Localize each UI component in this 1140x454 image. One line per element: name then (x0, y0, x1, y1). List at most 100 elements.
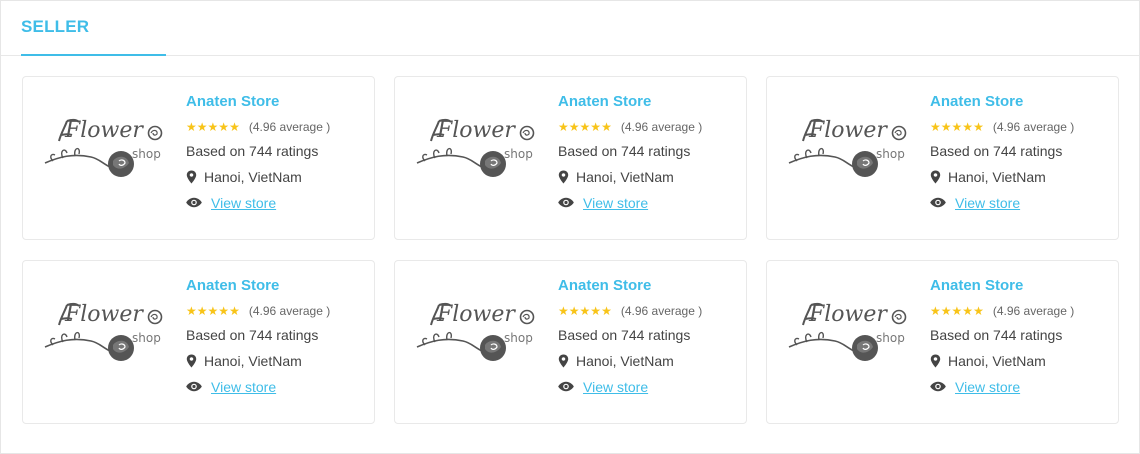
star-icon: ★ (930, 120, 941, 134)
flower-shop-logo[interactable]: Flower shop (411, 113, 541, 183)
panel-header: SELLER (1, 1, 1139, 56)
star-rating: ★ ★ ★ ★ ★ (930, 121, 984, 133)
eye-icon (186, 197, 202, 208)
flower-shop-logo[interactable]: Flower shop (411, 297, 541, 367)
star-icon: ★ (568, 304, 580, 318)
map-pin-icon (186, 170, 197, 184)
seller-grid: Flower shop Anaten Store ★ ★ ★ ★ ★ (4.96 ave… (22, 76, 1120, 424)
logo-sub-text: shop (876, 147, 905, 161)
flower-shop-logo[interactable]: Flower shop (39, 297, 169, 367)
eye-icon (930, 197, 946, 208)
store-name-link[interactable]: Anaten Store (558, 93, 743, 111)
location-row: Hanoi, VietNam (558, 169, 743, 185)
star-icon: ★ (196, 120, 208, 134)
ratings-count: Based on 744 ratings (558, 327, 691, 343)
location-row: Hanoi, VietNam (186, 353, 371, 369)
view-store-link[interactable]: View store (583, 379, 648, 395)
star-icon: ★ (601, 120, 612, 134)
rating-row: ★ ★ ★ ★ ★ (4.96 average ) (186, 120, 371, 134)
star-icon: ★ (207, 120, 219, 134)
view-row: View store (930, 194, 1115, 211)
eye-icon (558, 381, 574, 392)
star-icon: ★ (601, 304, 612, 318)
star-rating: ★ ★ ★ ★ ★ (930, 305, 984, 317)
store-location: Hanoi, VietNam (204, 169, 302, 185)
rating-row: ★ ★ ★ ★ ★ (4.96 average ) (930, 304, 1115, 318)
star-icon: ★ (579, 120, 591, 134)
logo-sub-text: shop (132, 331, 161, 345)
title-underline (21, 54, 166, 56)
view-store-link[interactable]: View store (211, 379, 276, 395)
star-icon: ★ (218, 304, 230, 318)
star-rating: ★ ★ ★ ★ ★ (186, 121, 240, 133)
view-row: View store (930, 378, 1115, 395)
seller-card: Flower shop Anaten Store ★ ★ ★ ★ ★ (4.96 ave… (22, 76, 375, 240)
star-icon: ★ (940, 304, 952, 318)
map-pin-icon (558, 170, 569, 184)
star-icon: ★ (930, 304, 941, 318)
view-row: View store (186, 194, 371, 211)
star-icon: ★ (940, 120, 952, 134)
star-icon: ★ (973, 304, 984, 318)
star-icon: ★ (962, 304, 974, 318)
view-store-link[interactable]: View store (211, 195, 276, 211)
store-name-link[interactable]: Anaten Store (558, 277, 743, 295)
view-row: View store (558, 194, 743, 211)
map-pin-icon (558, 354, 569, 368)
view-row: View store (186, 378, 371, 395)
rating-row: ★ ★ ★ ★ ★ (4.96 average ) (558, 304, 743, 318)
star-icon: ★ (568, 120, 580, 134)
map-pin-icon (930, 170, 941, 184)
flower-shop-logo[interactable]: Flower shop (39, 113, 169, 183)
star-icon: ★ (186, 120, 197, 134)
map-pin-icon (930, 354, 941, 368)
logo-text: Flower (436, 302, 516, 327)
location-row: Hanoi, VietNam (930, 169, 1115, 185)
ratings-count: Based on 744 ratings (930, 327, 1063, 343)
logo-text: Flower (808, 302, 888, 327)
flower-shop-logo[interactable]: Flower shop (783, 113, 913, 183)
star-icon: ★ (229, 304, 240, 318)
logo-text: Flower (808, 118, 888, 143)
ratings-count: Based on 744 ratings (186, 327, 319, 343)
logo-sub-text: shop (504, 331, 533, 345)
star-rating: ★ ★ ★ ★ ★ (186, 305, 240, 317)
logo-sub-text: shop (876, 331, 905, 345)
map-pin-icon (186, 354, 197, 368)
rating-row: ★ ★ ★ ★ ★ (4.96 average ) (186, 304, 371, 318)
star-icon: ★ (186, 304, 197, 318)
store-name-link[interactable]: Anaten Store (930, 93, 1115, 111)
store-name-link[interactable]: Anaten Store (186, 93, 371, 111)
star-icon: ★ (590, 120, 602, 134)
average-rating-text: (4.96 average ) (248, 304, 331, 318)
star-icon: ★ (973, 120, 984, 134)
rating-row: ★ ★ ★ ★ ★ (4.96 average ) (930, 120, 1115, 134)
location-row: Hanoi, VietNam (186, 169, 371, 185)
store-name-link[interactable]: Anaten Store (930, 277, 1115, 295)
store-name-link[interactable]: Anaten Store (186, 277, 371, 295)
eye-icon (186, 381, 202, 392)
view-store-link[interactable]: View store (583, 195, 648, 211)
star-icon: ★ (218, 120, 230, 134)
average-rating-text: (4.96 average ) (992, 304, 1075, 318)
ratings-count: Based on 744 ratings (186, 143, 319, 159)
section-title: SELLER (21, 17, 90, 36)
star-rating: ★ ★ ★ ★ ★ (558, 121, 612, 133)
view-store-link[interactable]: View store (955, 195, 1020, 211)
logo-text: Flower (436, 118, 516, 143)
location-row: Hanoi, VietNam (930, 353, 1115, 369)
seller-card: Flower shop Anaten Store ★ ★ ★ ★ ★ (4.96 ave… (22, 260, 375, 424)
average-rating-text: (4.96 average ) (992, 120, 1075, 134)
logo-text: Flower (64, 302, 144, 327)
star-rating: ★ ★ ★ ★ ★ (558, 305, 612, 317)
star-icon: ★ (196, 304, 208, 318)
flower-shop-logo[interactable]: Flower shop (783, 297, 913, 367)
view-store-link[interactable]: View store (955, 379, 1020, 395)
eye-icon (930, 381, 946, 392)
seller-panel: SELLER Flower shop Anaten Store ★ ★ ★ ★ … (0, 0, 1140, 454)
star-icon: ★ (579, 304, 591, 318)
average-rating-text: (4.96 average ) (620, 304, 703, 318)
star-icon: ★ (951, 304, 963, 318)
ratings-count: Based on 744 ratings (558, 143, 691, 159)
average-rating-text: (4.96 average ) (620, 120, 703, 134)
